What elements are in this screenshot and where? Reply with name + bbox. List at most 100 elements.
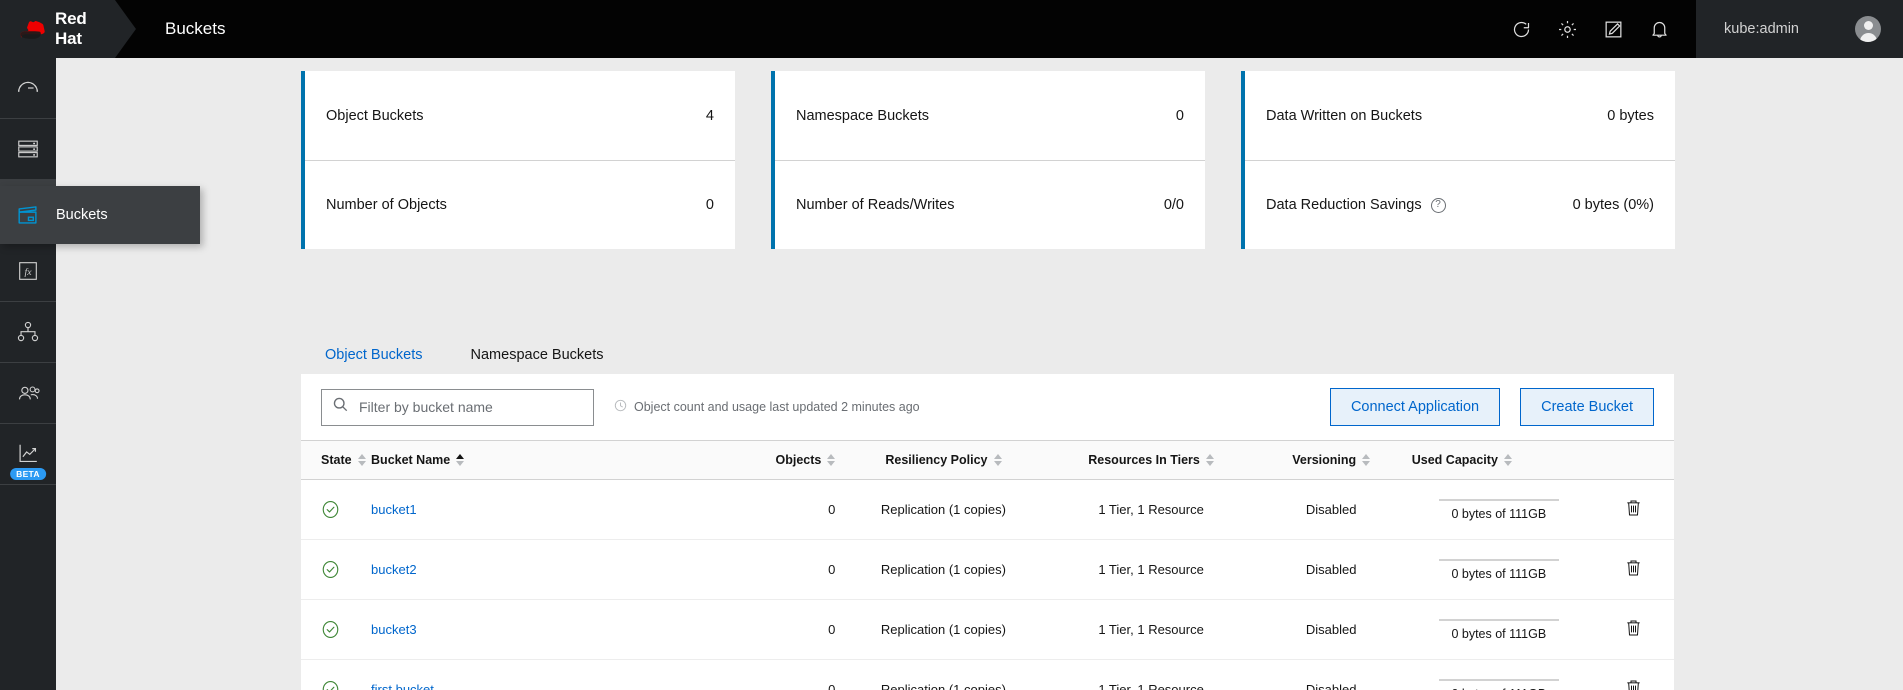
sort-icon[interactable] [827, 454, 836, 466]
sort-icon[interactable] [1205, 454, 1214, 466]
cell-actions [1593, 599, 1674, 660]
search-box[interactable] [321, 388, 594, 426]
trash-icon [1627, 620, 1641, 636]
connect-application-button[interactable]: Connect Application [1329, 388, 1501, 426]
sidebar-item-storage[interactable] [0, 119, 56, 180]
cell-bucket-name: first.bucket [363, 659, 694, 690]
sidebar-item-functions[interactable]: fx [0, 241, 56, 302]
capacity-text: 0 bytes of 111GB [1451, 687, 1546, 690]
sidebar-item-topology[interactable] [0, 302, 56, 363]
column-header-used-capacity[interactable]: Used Capacity [1403, 440, 1594, 480]
main-content: Object Buckets 4 Number of Objects 0 Nam… [245, 58, 1903, 690]
card-data-written: Data Written on Buckets 0 bytes Data Red… [1241, 71, 1675, 249]
refresh-icon[interactable] [1498, 0, 1544, 58]
help-circle-icon[interactable]: ? [1430, 197, 1446, 213]
users-icon [18, 385, 40, 399]
cell-objects: 0 [693, 539, 844, 600]
card-label: Number of Objects [326, 197, 447, 213]
card-row: Object Buckets 4 [305, 71, 735, 160]
card-namespace-buckets: Namespace Buckets 0 Number of Reads/Writ… [771, 71, 1205, 249]
delete-bucket-button[interactable] [1620, 554, 1647, 585]
masthead: Red Hat Buckets kube:admin [0, 0, 1903, 58]
fx-icon: fx [19, 262, 37, 280]
sidebar: fx BETA [0, 58, 56, 690]
user-name: kube:admin [1724, 21, 1799, 37]
sort-icon[interactable] [357, 454, 366, 466]
cell-resiliency-policy: Replication (1 copies) [843, 479, 1044, 540]
bucket-link[interactable]: bucket1 [371, 502, 417, 517]
user-avatar-icon [1855, 16, 1881, 42]
delete-bucket-button[interactable] [1620, 494, 1647, 525]
sidebar-item-dashboard[interactable] [0, 58, 56, 119]
create-bucket-button[interactable]: Create Bucket [1520, 388, 1654, 426]
cell-actions [1593, 539, 1674, 600]
last-updated-note: Object count and usage last updated 2 mi… [614, 399, 920, 415]
column-header-objects[interactable]: Objects [693, 440, 844, 480]
masthead-actions: kube:admin [1498, 0, 1903, 58]
sort-icon[interactable] [1362, 454, 1371, 466]
cell-state [301, 599, 364, 660]
card-value: 0 [1175, 107, 1184, 124]
search-input[interactable] [359, 399, 583, 415]
column-header-state[interactable]: State [301, 440, 366, 480]
cell-actions [1593, 479, 1674, 540]
bucket-link[interactable]: bucket2 [371, 562, 417, 577]
cell-bucket-name: bucket1 [363, 479, 694, 540]
toolbar-buttons: Connect Application Create Bucket [1329, 388, 1654, 426]
table-row: first.bucket 0 Replication (1 copies) 1 Tie… [301, 659, 1674, 690]
card-row: Number of Objects 0 [305, 160, 735, 249]
sort-icon[interactable] [1503, 454, 1512, 466]
tab-namespace-buckets[interactable]: Namespace Buckets [446, 336, 628, 378]
column-header-resiliency-policy[interactable]: Resiliency Policy [843, 440, 1044, 480]
buckets-panel: Object count and usage last updated 2 mi… [301, 374, 1674, 690]
table-toolbar: Object count and usage last updated 2 mi… [301, 374, 1674, 440]
column-label: Used Capacity [1411, 453, 1498, 467]
cell-resources-in-tiers: 1 Tier, 1 Resource [1043, 659, 1259, 690]
import-yaml-icon[interactable] [1590, 0, 1636, 58]
bucket-icon [0, 202, 56, 228]
sidebar-item-analytics[interactable]: BETA [0, 424, 56, 485]
bucket-link[interactable]: bucket3 [371, 622, 417, 637]
card-value: 4 [705, 107, 714, 124]
check-circle-icon [321, 620, 355, 639]
sidebar-item-accounts[interactable] [0, 363, 56, 424]
gear-icon[interactable] [1544, 0, 1590, 58]
sort-icon[interactable] [993, 454, 1002, 466]
brand-name: Red Hat [55, 9, 87, 48]
capacity-text: 0 bytes of 111GB [1451, 626, 1547, 641]
column-header-bucket-name[interactable]: Bucket Name [363, 440, 694, 480]
servers-icon [18, 140, 38, 158]
trash-icon [1627, 500, 1641, 516]
column-label: Resiliency Policy [885, 453, 988, 467]
card-row: Data Reduction Savings ? 0 bytes (0%) [1245, 160, 1675, 249]
column-header-resources-in-tiers[interactable]: Resources In Tiers [1043, 440, 1259, 480]
capacity-progress-bar [1438, 558, 1559, 561]
table-body: bucket1 0 Replication (1 copies) 1 Tier, 1 … [301, 479, 1674, 690]
card-value: 0 [705, 197, 714, 213]
check-circle-icon [321, 500, 355, 519]
column-label: Resources In Tiers [1088, 453, 1200, 467]
table-row: bucket1 0 Replication (1 copies) 1 Tier, 1 … [301, 479, 1674, 540]
capacity-progress-bar [1438, 678, 1559, 681]
card-value: 0/0 [1163, 197, 1184, 213]
card-label: Namespace Buckets [796, 107, 929, 124]
column-header-versioning[interactable]: Versioning [1258, 440, 1404, 480]
card-label: Object Buckets [326, 107, 424, 124]
cell-resources-in-tiers: 1 Tier, 1 Resource [1043, 599, 1259, 660]
user-menu[interactable]: kube:admin [1696, 0, 1903, 58]
bell-icon[interactable] [1636, 0, 1682, 58]
capacity-progress-bar [1438, 498, 1559, 501]
brand-logo[interactable]: Red Hat [0, 0, 136, 58]
cell-state [301, 539, 364, 600]
check-circle-icon [321, 680, 355, 690]
delete-bucket-button[interactable] [1620, 674, 1647, 690]
cell-resiliency-policy: Replication (1 copies) [843, 599, 1044, 660]
beta-badge: BETA [10, 467, 46, 480]
tab-object-buckets[interactable]: Object Buckets [301, 336, 447, 378]
sort-icon-active-asc[interactable] [456, 454, 465, 466]
delete-bucket-button[interactable] [1620, 614, 1647, 645]
sidebar-flyout-buckets[interactable]: Buckets [0, 186, 200, 244]
column-header-actions [1593, 440, 1674, 480]
bucket-link[interactable]: first.bucket [371, 682, 434, 690]
cell-used-capacity: 0 bytes of 111GB [1403, 599, 1594, 660]
